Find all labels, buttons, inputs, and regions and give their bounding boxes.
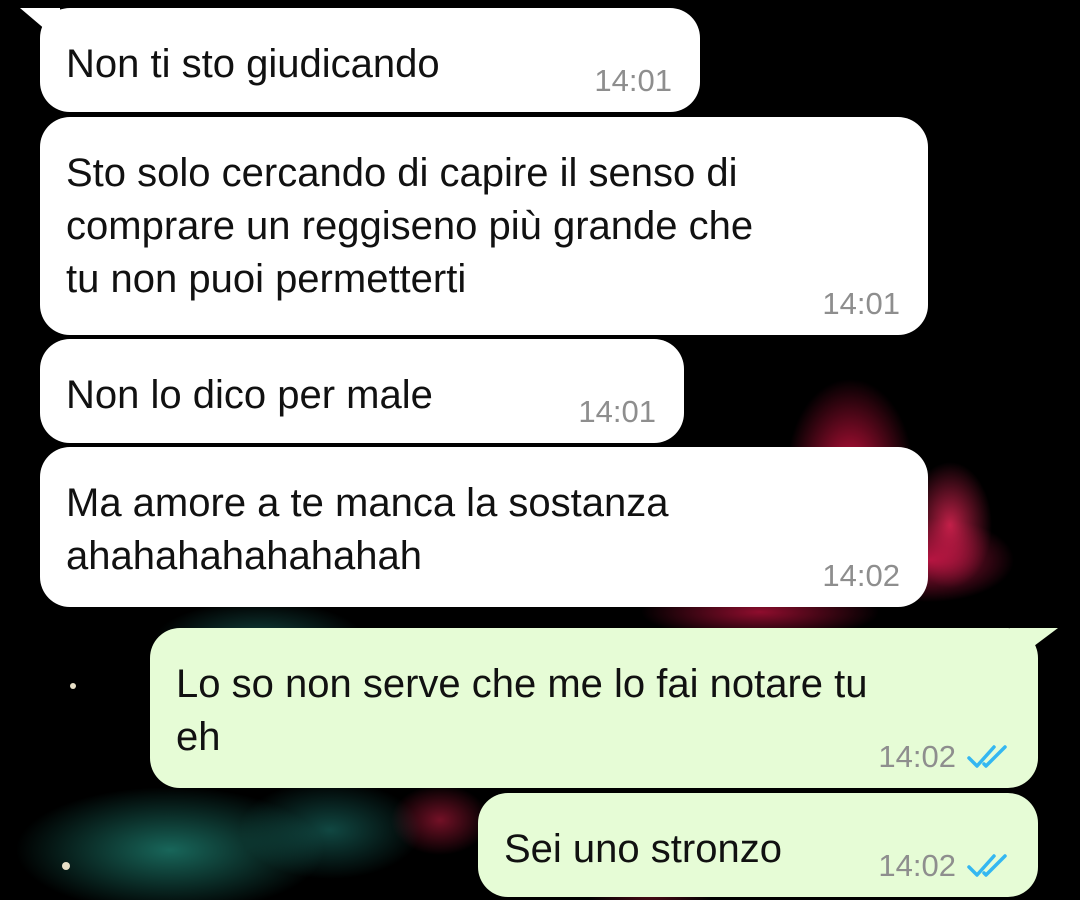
message-bubble-incoming[interactable]: Non lo dico per male 14:01 bbox=[40, 339, 684, 443]
message-timestamp: 14:02 bbox=[878, 739, 956, 774]
message-text: Ma amore a te manca la sostanza ahahahah… bbox=[66, 481, 669, 578]
message-meta: 14:02 bbox=[878, 849, 1010, 883]
message-bubble-outgoing[interactable]: Lo so non serve che me lo fai notare tu … bbox=[150, 628, 1038, 788]
message-timestamp: 14:01 bbox=[822, 286, 900, 321]
message-bubble-outgoing[interactable]: Sei uno stronzo 14:02 bbox=[478, 793, 1038, 897]
message-bubble-incoming[interactable]: Non ti sto giudicando 14:01 bbox=[40, 8, 700, 112]
message-bubble-incoming[interactable]: Sto solo cercando di capire il senso di … bbox=[40, 117, 928, 335]
message-bubble-incoming[interactable]: Ma amore a te manca la sostanza ahahahah… bbox=[40, 447, 928, 607]
message-timestamp: 14:01 bbox=[578, 394, 656, 429]
message-text: Sto solo cercando di capire il senso di … bbox=[66, 151, 754, 301]
wallpaper-light-dot bbox=[62, 862, 70, 870]
message-meta: 14:02 bbox=[822, 559, 900, 593]
message-timestamp: 14:01 bbox=[594, 63, 672, 98]
message-meta: 14:02 bbox=[878, 740, 1010, 774]
message-text: Non ti sto giudicando bbox=[66, 42, 440, 86]
message-timestamp: 14:02 bbox=[878, 848, 956, 883]
message-meta: 14:01 bbox=[578, 395, 656, 429]
double-check-read-icon bbox=[967, 854, 1007, 877]
double-check-read-icon bbox=[967, 745, 1007, 768]
message-text: Non lo dico per male bbox=[66, 373, 433, 417]
message-meta: 14:01 bbox=[822, 287, 900, 321]
message-meta: 14:01 bbox=[594, 64, 672, 98]
message-timestamp: 14:02 bbox=[822, 558, 900, 593]
wallpaper-light-dot bbox=[70, 683, 76, 689]
